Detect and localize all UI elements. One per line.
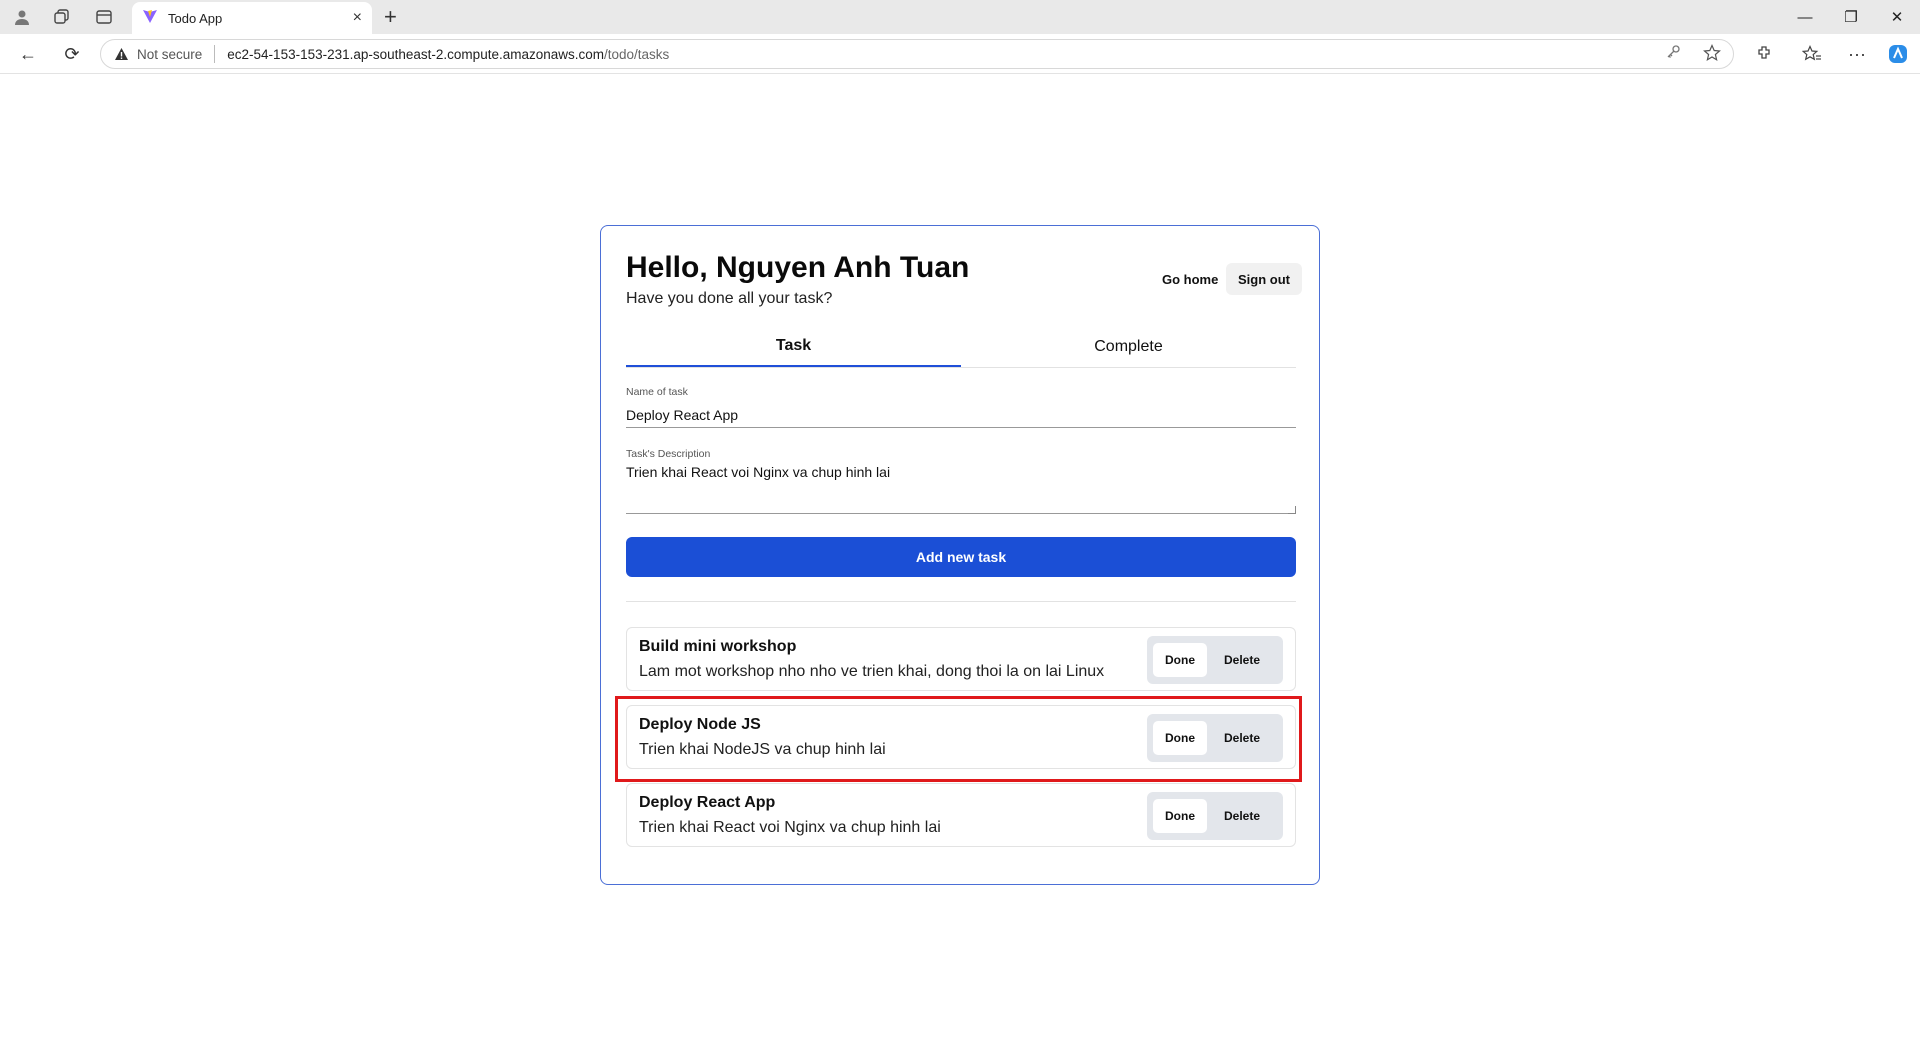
task-item: Build mini workshop Lam mot workshop nho… <box>626 627 1296 691</box>
task-actions: Done Delete <box>1147 714 1283 762</box>
tab-task[interactable]: Task <box>626 326 961 367</box>
profile-icon[interactable] <box>12 8 32 26</box>
address-separator <box>214 45 216 63</box>
page-title: Hello, Nguyen Anh Tuan <box>626 251 970 284</box>
window-controls: — ❐ ✕ <box>1782 0 1920 34</box>
back-icon[interactable]: ← <box>16 42 40 66</box>
extensions-icon[interactable] <box>1752 42 1776 66</box>
task-description: Trien khai NodeJS va chup hinh lai <box>639 741 886 758</box>
tab-title: Todo App <box>168 10 223 26</box>
task-item: Deploy React App Trien khai React voi Ng… <box>626 783 1296 847</box>
done-button[interactable]: Done <box>1153 643 1207 677</box>
url-path: /todo/tasks <box>604 46 670 62</box>
task-description: Lam mot workshop nho nho ve trien khai, … <box>639 663 1105 680</box>
more-options-icon[interactable]: ··· <box>1845 42 1869 66</box>
key-icon[interactable] <box>1665 44 1681 65</box>
tab-complete[interactable]: Complete <box>961 326 1296 367</box>
task-description: Trien khai React voi Nginx va chup hinh … <box>639 819 941 836</box>
task-description-label: Task's Description <box>626 448 711 460</box>
task-item: Deploy Node JS Trien khai NodeJS va chup… <box>626 705 1296 769</box>
task-title: Deploy Node JS <box>639 716 761 733</box>
vite-logo-icon <box>142 8 158 29</box>
resize-handle-icon[interactable] <box>1288 506 1296 514</box>
browser-nav-bar: ← ⟳ Not secure ec2-54-153-153-231.ap-sou… <box>0 34 1920 74</box>
browser-tab-todo[interactable]: Todo App × <box>132 2 372 34</box>
done-button[interactable]: Done <box>1153 799 1207 833</box>
warning-icon[interactable] <box>113 46 129 62</box>
minimize-icon[interactable]: — <box>1782 0 1828 34</box>
task-title: Deploy React App <box>639 794 776 811</box>
task-name-input[interactable] <box>626 402 1296 428</box>
delete-button[interactable]: Delete <box>1207 799 1277 833</box>
task-actions: Done Delete <box>1147 636 1283 684</box>
divider <box>626 601 1296 602</box>
add-task-button[interactable]: Add new task <box>626 537 1296 577</box>
delete-button[interactable]: Delete <box>1207 643 1277 677</box>
sign-out-button[interactable]: Sign out <box>1226 263 1302 295</box>
done-button[interactable]: Done <box>1153 721 1207 755</box>
todo-card: Hello, Nguyen Anh Tuan Have you done all… <box>600 225 1320 885</box>
tab-actions-icon[interactable] <box>94 8 114 26</box>
go-home-button[interactable]: Go home <box>1150 263 1230 295</box>
favorite-star-icon[interactable] <box>1703 43 1721 65</box>
task-tabs: Task Complete <box>626 326 1296 368</box>
task-description-input[interactable]: Trien khai React voi Nginx va chup hinh … <box>626 464 1296 514</box>
address-actions <box>1665 43 1721 65</box>
task-list: Build mini workshop Lam mot workshop nho… <box>626 627 1296 861</box>
new-tab-icon[interactable]: + <box>384 4 397 30</box>
task-actions: Done Delete <box>1147 792 1283 840</box>
page-subtitle: Have you done all your task? <box>626 290 833 307</box>
address-bar[interactable]: Not secure ec2-54-153-153-231.ap-southea… <box>100 39 1734 69</box>
browser-tab-bar: Todo App × + — ❐ ✕ <box>0 0 1920 34</box>
close-window-icon[interactable]: ✕ <box>1874 0 1920 34</box>
workspaces-icon[interactable] <box>52 8 72 26</box>
restore-icon[interactable]: ❐ <box>1828 0 1874 34</box>
copilot-icon[interactable] <box>1886 42 1910 66</box>
delete-button[interactable]: Delete <box>1207 721 1277 755</box>
tab-close-icon[interactable]: × <box>353 9 362 27</box>
favorites-icon[interactable] <box>1800 42 1824 66</box>
not-secure-label[interactable]: Not secure <box>137 47 202 62</box>
reload-icon[interactable]: ⟳ <box>60 42 84 66</box>
task-title: Build mini workshop <box>639 638 797 655</box>
url-host: ec2-54-153-153-231.ap-southeast-2.comput… <box>227 46 604 62</box>
task-name-label: Name of task <box>626 386 688 398</box>
